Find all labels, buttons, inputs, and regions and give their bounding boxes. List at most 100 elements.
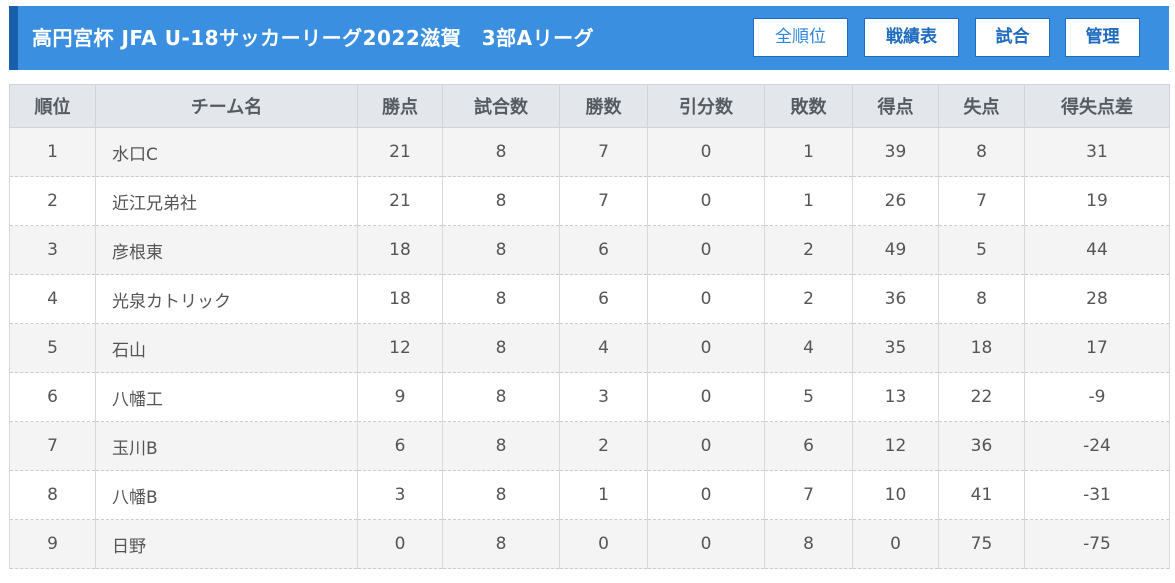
team-name-cell[interactable]: 石山 xyxy=(95,323,358,373)
rank-cell: 9 xyxy=(9,519,96,569)
column-header-draws[interactable]: 引分数 xyxy=(647,84,765,128)
losses-cell: 1 xyxy=(764,127,853,177)
goals-for-cell: 35 xyxy=(852,323,939,373)
column-header-team[interactable]: チーム名 xyxy=(95,84,358,128)
points-cell: 21 xyxy=(357,176,443,226)
table-header-row: 順位 チーム名 勝点 試合数 勝数 引分数 敗数 得点 失点 得失点差 xyxy=(9,84,1170,128)
table-row: 7 玉川B 6 8 2 0 6 12 36 -24 xyxy=(9,421,1170,471)
losses-cell: 2 xyxy=(764,274,853,324)
column-header-goal-diff[interactable]: 得失点差 xyxy=(1024,84,1170,128)
table-row: 1 水口C 21 8 7 0 1 39 8 31 xyxy=(9,127,1170,177)
column-header-rank[interactable]: 順位 xyxy=(9,84,96,128)
losses-cell: 2 xyxy=(764,225,853,275)
draws-cell: 0 xyxy=(647,274,765,324)
wins-cell: 4 xyxy=(559,323,648,373)
losses-cell: 7 xyxy=(764,470,853,520)
goals-against-cell: 8 xyxy=(938,274,1025,324)
team-name-cell[interactable]: 光泉カトリック xyxy=(95,274,358,324)
table-row: 3 彦根東 18 8 6 0 2 49 5 44 xyxy=(9,225,1170,275)
team-name-cell[interactable]: 八幡B xyxy=(95,470,358,520)
goals-for-cell: 49 xyxy=(852,225,939,275)
points-cell: 18 xyxy=(357,225,443,275)
goals-against-cell: 18 xyxy=(938,323,1025,373)
table-row: 6 八幡工 9 8 3 0 5 13 22 -9 xyxy=(9,372,1170,422)
points-cell: 0 xyxy=(357,519,443,569)
team-name-cell[interactable]: 水口C xyxy=(95,127,358,177)
team-name-cell[interactable]: 彦根東 xyxy=(95,225,358,275)
draws-cell: 0 xyxy=(647,127,765,177)
rank-cell: 3 xyxy=(9,225,96,275)
goal-diff-cell: 28 xyxy=(1024,274,1170,324)
wins-cell: 7 xyxy=(559,176,648,226)
nav-all-standings-button[interactable]: 全順位 xyxy=(753,18,848,57)
goal-diff-cell: -75 xyxy=(1024,519,1170,569)
points-cell: 6 xyxy=(357,421,443,471)
goal-diff-cell: -9 xyxy=(1024,372,1170,422)
points-cell: 3 xyxy=(357,470,443,520)
draws-cell: 0 xyxy=(647,225,765,275)
goals-for-cell: 26 xyxy=(852,176,939,226)
losses-cell: 4 xyxy=(764,323,853,373)
team-name-cell[interactable]: 八幡工 xyxy=(95,372,358,422)
goal-diff-cell: 44 xyxy=(1024,225,1170,275)
goals-against-cell: 7 xyxy=(938,176,1025,226)
column-header-goals-against[interactable]: 失点 xyxy=(938,84,1025,128)
table-row: 8 八幡B 3 8 1 0 7 10 41 -31 xyxy=(9,470,1170,520)
goals-for-cell: 10 xyxy=(852,470,939,520)
draws-cell: 0 xyxy=(647,470,765,520)
team-name-cell[interactable]: 近江兄弟社 xyxy=(95,176,358,226)
goal-diff-cell: 19 xyxy=(1024,176,1170,226)
goals-for-cell: 36 xyxy=(852,274,939,324)
draws-cell: 0 xyxy=(647,519,765,569)
played-cell: 8 xyxy=(442,127,560,177)
losses-cell: 6 xyxy=(764,421,853,471)
goals-for-cell: 13 xyxy=(852,372,939,422)
goals-against-cell: 41 xyxy=(938,470,1025,520)
goals-for-cell: 0 xyxy=(852,519,939,569)
nav-admin-button[interactable]: 管理 xyxy=(1065,18,1140,57)
played-cell: 8 xyxy=(442,274,560,324)
wins-cell: 6 xyxy=(559,274,648,324)
goals-against-cell: 8 xyxy=(938,127,1025,177)
table-row: 9 日野 0 8 0 0 8 0 75 -75 xyxy=(9,519,1170,569)
draws-cell: 0 xyxy=(647,372,765,422)
goal-diff-cell: 17 xyxy=(1024,323,1170,373)
team-name-cell[interactable]: 玉川B xyxy=(95,421,358,471)
goals-against-cell: 5 xyxy=(938,225,1025,275)
column-header-goals-for[interactable]: 得点 xyxy=(852,84,939,128)
losses-cell: 1 xyxy=(764,176,853,226)
losses-cell: 8 xyxy=(764,519,853,569)
nav-results-table-button[interactable]: 戦績表 xyxy=(864,18,959,57)
rank-cell: 8 xyxy=(9,470,96,520)
column-header-losses[interactable]: 敗数 xyxy=(764,84,853,128)
points-cell: 9 xyxy=(357,372,443,422)
column-header-played[interactable]: 試合数 xyxy=(442,84,560,128)
played-cell: 8 xyxy=(442,421,560,471)
team-name-cell[interactable]: 日野 xyxy=(95,519,358,569)
column-header-points[interactable]: 勝点 xyxy=(357,84,443,128)
goals-for-cell: 12 xyxy=(852,421,939,471)
goals-against-cell: 75 xyxy=(938,519,1025,569)
column-header-wins[interactable]: 勝数 xyxy=(559,84,648,128)
goals-against-cell: 22 xyxy=(938,372,1025,422)
goal-diff-cell: -31 xyxy=(1024,470,1170,520)
nav-matches-button[interactable]: 試合 xyxy=(975,18,1050,57)
goal-diff-cell: 31 xyxy=(1024,127,1170,177)
goals-for-cell: 39 xyxy=(852,127,939,177)
rank-cell: 5 xyxy=(9,323,96,373)
page-title: 高円宮杯 JFA U-18サッカーリーグ2022滋賀 3部Aリーグ xyxy=(32,26,595,50)
draws-cell: 0 xyxy=(647,323,765,373)
points-cell: 21 xyxy=(357,127,443,177)
rank-cell: 4 xyxy=(9,274,96,324)
played-cell: 8 xyxy=(442,372,560,422)
wins-cell: 1 xyxy=(559,470,648,520)
wins-cell: 6 xyxy=(559,225,648,275)
rank-cell: 6 xyxy=(9,372,96,422)
played-cell: 8 xyxy=(442,470,560,520)
played-cell: 8 xyxy=(442,323,560,373)
losses-cell: 5 xyxy=(764,372,853,422)
draws-cell: 0 xyxy=(647,176,765,226)
played-cell: 8 xyxy=(442,519,560,569)
standings-table: 順位 チーム名 勝点 試合数 勝数 引分数 敗数 得点 失点 得失点差 1 水口C… xyxy=(9,84,1170,569)
wins-cell: 2 xyxy=(559,421,648,471)
